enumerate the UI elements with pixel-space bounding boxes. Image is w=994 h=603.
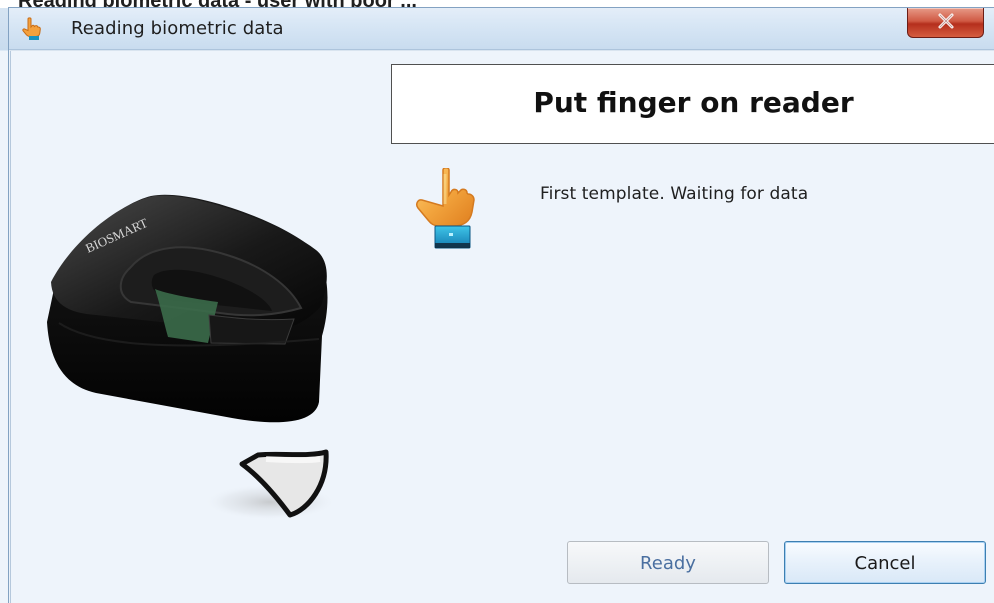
- dialog-content: BIOSMART Put finger on reader First temp…: [10, 50, 994, 603]
- cancel-button[interactable]: Cancel: [784, 541, 986, 584]
- pointing-hand-icon: [22, 17, 41, 40]
- ready-button[interactable]: Ready: [567, 541, 769, 584]
- fingerprint-reader-image: BIOSMART: [47, 194, 336, 520]
- content-left-border: [10, 51, 11, 603]
- title-bar[interactable]: Reading biometric data: [9, 8, 994, 50]
- screen: Reading biometric data - user with poor …: [0, 0, 994, 603]
- close-icon: [938, 13, 954, 29]
- window-title: Reading biometric data: [71, 18, 284, 39]
- status-message: First template. Waiting for data: [540, 184, 809, 204]
- instruction-title: Put finger on reader: [533, 86, 854, 119]
- instruction-panel: Put finger on reader: [391, 64, 994, 144]
- dialog-window: Reading biometric data BIOSMART Put fing…: [8, 7, 994, 603]
- pointing-hand-icon: [416, 168, 475, 249]
- close-button[interactable]: [907, 8, 984, 38]
